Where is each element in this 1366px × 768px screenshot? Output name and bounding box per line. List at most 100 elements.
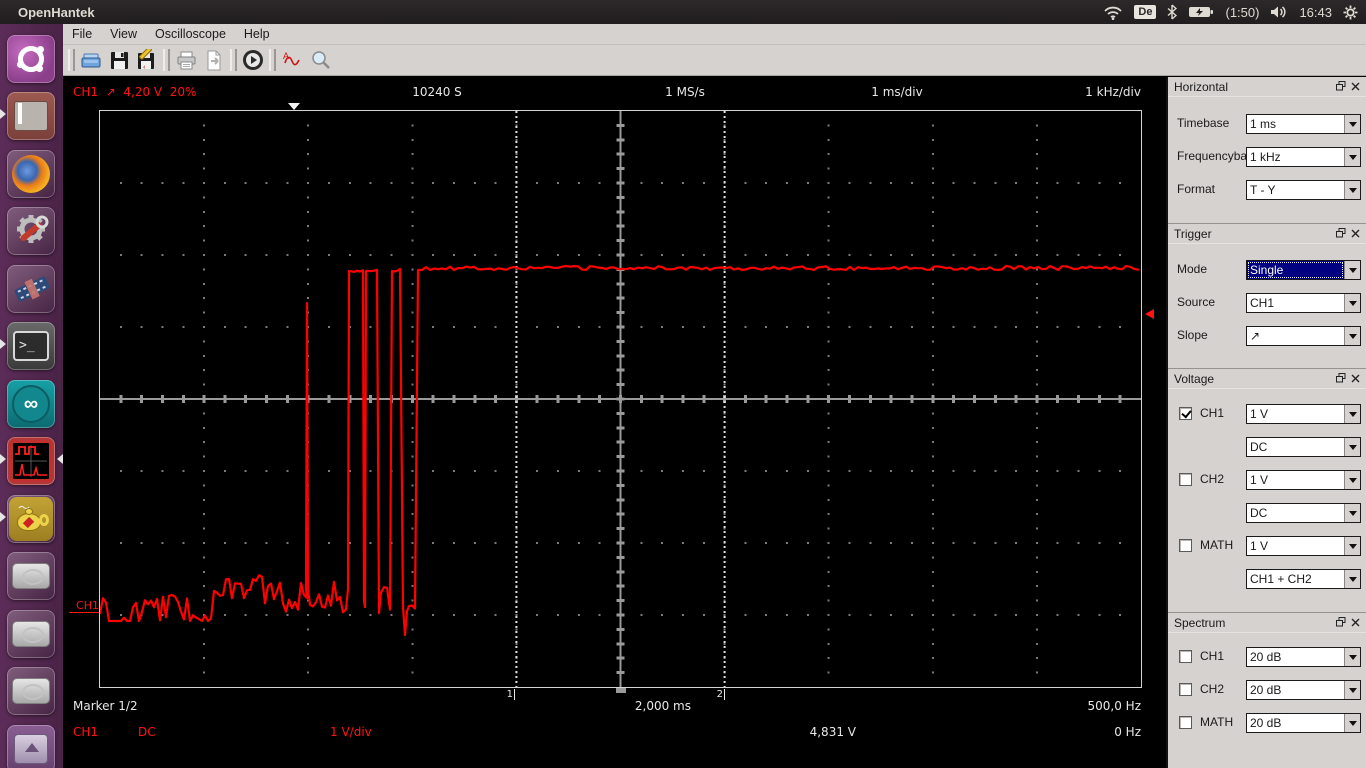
chevron-down-icon[interactable] bbox=[1344, 648, 1360, 666]
clock[interactable]: 16:43 bbox=[1299, 5, 1332, 20]
ch2-checkbox[interactable] bbox=[1179, 473, 1192, 486]
save-as-button[interactable] bbox=[133, 47, 161, 73]
launcher-item-disk-1[interactable] bbox=[7, 552, 55, 600]
trigger-source-select[interactable]: CH1 bbox=[1246, 293, 1361, 313]
frequencybase-select[interactable]: 1 kHz bbox=[1246, 147, 1361, 167]
ch2-gain-select[interactable]: 1 V bbox=[1246, 470, 1361, 490]
chevron-down-icon[interactable] bbox=[1344, 294, 1360, 312]
timebase-select[interactable]: 1 ms bbox=[1246, 114, 1361, 134]
spectrum-ch2-select[interactable]: 20 dB bbox=[1246, 680, 1361, 700]
math-checkbox[interactable] bbox=[1179, 539, 1192, 552]
chevron-down-icon[interactable] bbox=[1344, 405, 1360, 423]
close-panel-button[interactable] bbox=[1351, 616, 1360, 630]
trigger-mode-label: Mode bbox=[1177, 262, 1208, 276]
trigger-position-marker[interactable] bbox=[288, 103, 300, 110]
menu-bar: File View Oscilloscope Help bbox=[63, 24, 1366, 45]
dock-area: Horizontal Timebase 1 ms Frequencybase 1… bbox=[1166, 77, 1366, 768]
trigger-level-arrow[interactable] bbox=[1145, 309, 1154, 319]
ch1-gain-select[interactable]: 1 V bbox=[1246, 404, 1361, 424]
hard-disk-icon bbox=[12, 563, 50, 589]
chevron-down-icon[interactable] bbox=[1344, 504, 1360, 522]
print-button[interactable] bbox=[172, 47, 200, 73]
spectrum-ch2-label: CH2 bbox=[1200, 682, 1225, 696]
ch1-level-marker[interactable]: CH1 bbox=[69, 599, 99, 613]
spectrum-ch1-checkbox[interactable] bbox=[1179, 650, 1192, 663]
battery-icon[interactable] bbox=[1188, 5, 1214, 19]
launcher-item-arduino[interactable]: ∞ bbox=[7, 380, 55, 428]
graticule[interactable] bbox=[98, 110, 1142, 688]
menu-help[interactable]: Help bbox=[235, 24, 279, 44]
ch1-coupling-select[interactable]: DC bbox=[1246, 437, 1361, 457]
volume-icon[interactable] bbox=[1270, 5, 1288, 19]
battery-time[interactable]: (1:50) bbox=[1225, 5, 1259, 20]
close-panel-button[interactable] bbox=[1351, 227, 1360, 241]
panel-title: Voltage bbox=[1174, 371, 1215, 386]
chevron-down-icon[interactable] bbox=[1344, 148, 1360, 166]
chevron-down-icon[interactable] bbox=[1344, 115, 1360, 133]
close-panel-button[interactable] bbox=[1351, 80, 1360, 94]
float-panel-button[interactable] bbox=[1336, 372, 1346, 386]
keyboard-layout-indicator[interactable]: De bbox=[1134, 5, 1157, 19]
spectrum-math-checkbox[interactable] bbox=[1179, 716, 1192, 729]
spectrum-ch1-select[interactable]: 20 dB bbox=[1246, 647, 1361, 667]
gear-icon[interactable] bbox=[1343, 5, 1358, 20]
export-button[interactable] bbox=[200, 47, 228, 73]
chevron-down-icon[interactable] bbox=[1344, 681, 1360, 699]
ch1-label: CH1 bbox=[1200, 406, 1225, 420]
close-panel-button[interactable] bbox=[1351, 372, 1360, 386]
marker-2-label[interactable]: 2 bbox=[709, 689, 725, 700]
launcher-item-system-settings[interactable] bbox=[7, 207, 55, 255]
spectrum-ch2-checkbox[interactable] bbox=[1179, 683, 1192, 696]
panel-horizontal: Horizontal Timebase 1 ms Frequencybase 1… bbox=[1168, 77, 1366, 223]
bluetooth-icon[interactable] bbox=[1167, 4, 1178, 20]
launcher-item-usb-drive[interactable] bbox=[7, 725, 55, 768]
launcher-pip-active bbox=[0, 454, 6, 464]
chevron-down-icon[interactable] bbox=[1344, 537, 1360, 555]
math-mode-select[interactable]: CH1 + CH2 bbox=[1246, 569, 1361, 589]
spectrum-math-select[interactable]: 20 dB bbox=[1246, 713, 1361, 733]
openhantek-icon bbox=[10, 440, 52, 482]
menu-view[interactable]: View bbox=[101, 24, 146, 44]
launcher-item-openhantek[interactable] bbox=[7, 437, 55, 485]
chevron-down-icon[interactable] bbox=[1344, 327, 1360, 345]
start-stop-button[interactable] bbox=[239, 47, 267, 73]
ch2-coupling-select[interactable]: DC bbox=[1246, 503, 1361, 523]
menu-oscilloscope[interactable]: Oscilloscope bbox=[146, 24, 235, 44]
launcher-item-disk-3[interactable] bbox=[7, 667, 55, 715]
launcher-item-file-cabinet[interactable] bbox=[7, 92, 55, 140]
trigger-slope-select[interactable]: ↗ bbox=[1246, 326, 1361, 346]
panel-title: Horizontal bbox=[1174, 79, 1229, 94]
format-label: Format bbox=[1177, 182, 1216, 196]
chevron-down-icon[interactable] bbox=[1344, 714, 1360, 732]
launcher-item-dash[interactable] bbox=[7, 35, 55, 83]
chevron-down-icon[interactable] bbox=[1344, 471, 1360, 489]
timebase-readout: 1 ms/div bbox=[871, 85, 923, 99]
chevron-down-icon[interactable] bbox=[1344, 570, 1360, 588]
launcher-item-tea-time[interactable]: 〜 bbox=[7, 495, 55, 543]
toolbar-handle[interactable] bbox=[230, 49, 237, 71]
chevron-down-icon[interactable] bbox=[1344, 438, 1360, 456]
save-button[interactable] bbox=[105, 47, 133, 73]
open-button[interactable] bbox=[77, 47, 105, 73]
ch1-checkbox[interactable] bbox=[1179, 407, 1192, 420]
launcher-item-disk-2[interactable] bbox=[7, 610, 55, 658]
wifi-icon[interactable] bbox=[1103, 5, 1123, 20]
digital-phosphor-button[interactable]: A bbox=[278, 47, 306, 73]
launcher-item-terminal[interactable]: >_ bbox=[7, 322, 55, 370]
float-panel-button[interactable] bbox=[1336, 80, 1346, 94]
menu-file[interactable]: File bbox=[63, 24, 101, 44]
float-panel-button[interactable] bbox=[1336, 616, 1346, 630]
trigger-mode-select[interactable]: Single bbox=[1246, 260, 1361, 280]
launcher-item-video-editor[interactable] bbox=[7, 265, 55, 313]
timebase-label: Timebase bbox=[1177, 116, 1230, 130]
launcher-item-firefox[interactable] bbox=[7, 150, 55, 198]
marker-1-label[interactable]: 1 bbox=[499, 689, 515, 700]
float-panel-button[interactable] bbox=[1336, 227, 1346, 241]
chevron-down-icon[interactable] bbox=[1344, 181, 1360, 199]
format-select[interactable]: T - Y bbox=[1246, 180, 1361, 200]
toolbar-handle[interactable] bbox=[269, 49, 276, 71]
math-gain-select[interactable]: 1 V bbox=[1246, 536, 1361, 556]
toolbar-handle[interactable] bbox=[68, 49, 75, 71]
chevron-down-icon[interactable] bbox=[1344, 261, 1360, 279]
zoom-button[interactable] bbox=[306, 47, 334, 73]
